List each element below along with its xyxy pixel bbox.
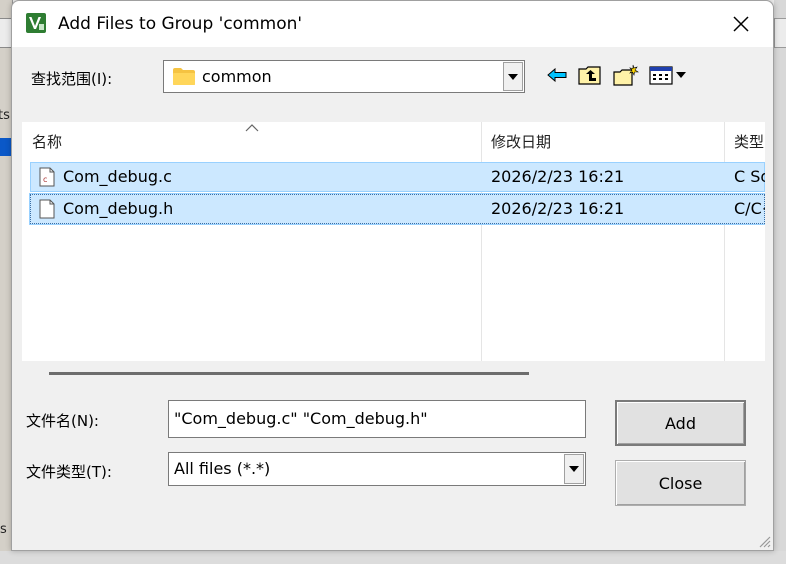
file-type-dropdown-button[interactable]: [564, 454, 584, 484]
close-button[interactable]: Close: [615, 460, 746, 506]
file-name: Com_debug.c: [63, 167, 172, 186]
folder-icon: [173, 68, 195, 85]
file-name-input[interactable]: "Com_debug.c" "Com_debug.h": [168, 400, 586, 438]
file-row-com-debug-h[interactable]: Com_debug.h 2026/2/23 16:21 C/C++ Header: [29, 193, 765, 225]
chevron-down-icon: [508, 73, 518, 80]
file-type: C Source file: [734, 167, 765, 186]
background-text-fragment: ts: [0, 108, 10, 123]
column-name-label: 名称: [32, 133, 63, 151]
file-row-com-debug-c[interactable]: c Com_debug.c 2026/2/23 16:21 C Source f…: [30, 162, 765, 192]
view-menu-icon[interactable]: [649, 63, 691, 87]
new-folder-icon[interactable]: [613, 63, 639, 87]
background-tab-right: [774, 18, 786, 48]
dialog-title: Add Files to Group 'common': [58, 14, 303, 34]
look-in-combo[interactable]: common: [163, 60, 525, 93]
resize-grip-icon[interactable]: [757, 534, 771, 548]
header-file-icon: [39, 199, 55, 219]
file-type: C/C++ Header: [734, 199, 765, 218]
column-header-type[interactable]: 类型: [724, 122, 765, 162]
file-type-combo[interactable]: All files (*.*): [168, 452, 586, 486]
column-type-label: 类型: [734, 133, 765, 151]
file-date: 2026/2/23 16:21: [491, 167, 625, 186]
list-header: 名称 修改日期 类型: [22, 122, 765, 162]
background-selection: [0, 138, 11, 156]
up-folder-icon[interactable]: [577, 63, 603, 87]
c-source-file-icon: c: [39, 167, 55, 187]
look-in-label: 查找范围(I):: [31, 70, 113, 88]
column-date-label: 修改日期: [491, 133, 552, 151]
look-in-dropdown-button[interactable]: [503, 62, 523, 91]
file-list-view[interactable]: 名称 修改日期 类型 c Com_debug.c 2026/2/23 16:21…: [22, 122, 765, 361]
horizontal-scrollbar-thumb[interactable]: [49, 372, 529, 375]
background-window-bottom: [0, 551, 786, 564]
sort-ascending-icon: [245, 124, 259, 132]
file-type-value: All files (*.*): [174, 459, 271, 478]
look-in-value: common: [202, 67, 272, 86]
file-type-label: 文件类型(T):: [26, 463, 112, 481]
svg-text:c: c: [43, 175, 47, 184]
file-name: Com_debug.h: [63, 199, 174, 218]
add-files-dialog: Add Files to Group 'common' 查找范围(I): com…: [11, 0, 774, 551]
background-window-edge-right: [774, 0, 786, 564]
background-text-fragment-2: s: [0, 522, 7, 537]
title-bar: Add Files to Group 'common': [12, 1, 773, 47]
chevron-down-icon: [569, 466, 579, 472]
add-button[interactable]: Add: [615, 400, 746, 446]
column-separator: [481, 122, 482, 361]
column-separator: [724, 122, 725, 361]
close-icon[interactable]: [724, 7, 758, 41]
column-header-date[interactable]: 修改日期: [481, 122, 724, 162]
file-date: 2026/2/23 16:21: [491, 199, 625, 218]
back-arrow-icon[interactable]: [545, 63, 569, 87]
file-name-label: 文件名(N):: [26, 412, 99, 430]
keil-app-icon: [26, 13, 46, 33]
